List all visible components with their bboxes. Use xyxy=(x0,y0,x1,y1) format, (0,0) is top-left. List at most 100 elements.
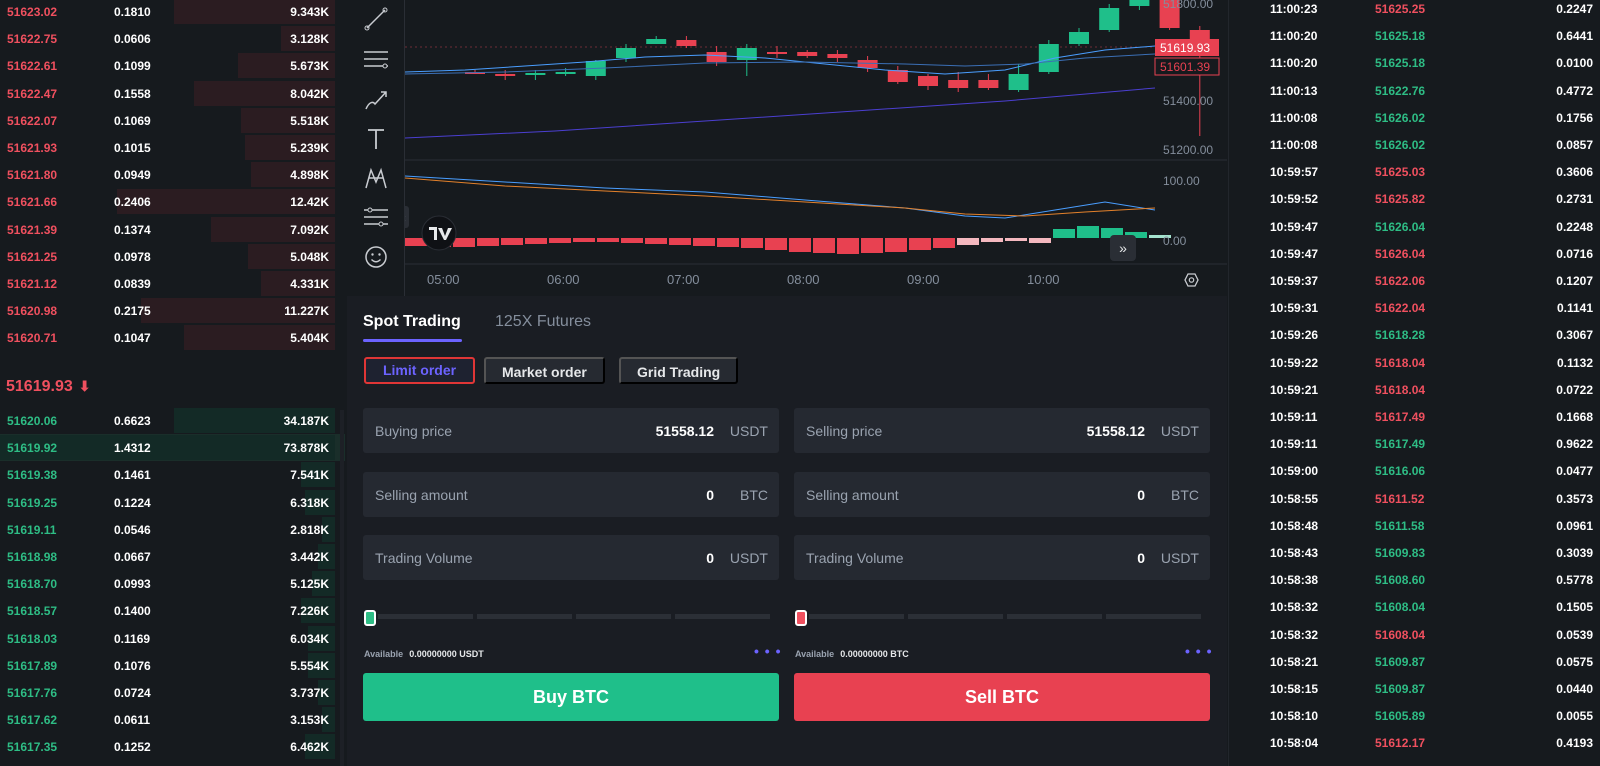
brush-icon[interactable] xyxy=(361,84,391,114)
trade-time: 10:58:48 xyxy=(1270,518,1319,533)
bid-row[interactable]: 51619.25 0.1224 6.318K xyxy=(0,489,345,516)
svg-text:»: » xyxy=(1119,240,1127,256)
ask-row[interactable]: 51622.07 0.1069 5.518K xyxy=(0,107,345,134)
buy-volume-input[interactable]: 0 xyxy=(706,550,714,566)
buy-available: Available 0.00000000 USDT xyxy=(364,649,484,659)
field-label: Selling price xyxy=(806,423,883,439)
ask-row[interactable]: 51621.93 0.1015 5.239K xyxy=(0,134,345,161)
row-amount: 0.2406 xyxy=(114,195,151,210)
row-amount: 0.1252 xyxy=(114,740,151,755)
bid-row[interactable]: 51620.06 0.6623 34.187K xyxy=(0,407,345,434)
buy-volume-field[interactable]: Trading Volume 0 USDT xyxy=(363,535,779,580)
ask-row[interactable]: 51621.80 0.0949 4.898K xyxy=(0,161,345,188)
chart-settings-gear-icon[interactable] xyxy=(1184,273,1199,287)
bid-row[interactable]: 51617.35 0.1252 6.462K xyxy=(0,733,345,760)
bid-row[interactable]: 51619.11 0.0546 2.818K xyxy=(0,516,345,543)
sell-price-input[interactable]: 51558.12 xyxy=(1087,423,1145,439)
buy-btc-button[interactable]: Buy BTC xyxy=(363,673,779,721)
trade-history-row: 10:59:11 51617.49 0.9622 xyxy=(1229,430,1600,457)
buy-amount-input[interactable]: 0 xyxy=(706,487,714,503)
row-price: 51622.75 xyxy=(7,32,58,47)
histogram-bar xyxy=(669,238,691,245)
trade-price: 51625.18 xyxy=(1375,56,1426,71)
trade-history-row: 10:59:00 51616.06 0.0477 xyxy=(1229,457,1600,484)
ask-row[interactable]: 51621.25 0.0978 5.048K xyxy=(0,243,345,270)
tab-futures[interactable]: 125X Futures xyxy=(495,313,591,331)
slider-handle[interactable] xyxy=(364,610,376,626)
sell-volume-input[interactable]: 0 xyxy=(1137,550,1145,566)
trade-time: 10:59:21 xyxy=(1270,382,1319,397)
text-icon[interactable] xyxy=(361,124,391,154)
bid-row[interactable]: 51617.89 0.1076 5.554K xyxy=(0,652,345,679)
scroll-to-realtime-button[interactable]: » xyxy=(1110,235,1136,261)
trade-price: 51609.83 xyxy=(1375,546,1426,560)
trade-amount: 0.1207 xyxy=(1556,274,1593,288)
bid-row[interactable]: 51617.76 0.0724 3.737K xyxy=(0,679,345,706)
tab-spot-trading[interactable]: Spot Trading xyxy=(363,313,461,331)
histogram-bar xyxy=(741,238,763,248)
trade-amount: 0.1668 xyxy=(1556,410,1593,424)
ask-row[interactable]: 51622.75 0.0606 3.128K xyxy=(0,25,345,52)
chart-area[interactable]: ‹ » 51800.00 51400.00 51200.00 100.00 0.… xyxy=(347,0,1227,296)
bid-row[interactable]: 51619.92 1.4312 73.878K xyxy=(0,434,345,462)
sell-btc-button[interactable]: Sell BTC xyxy=(794,673,1210,721)
time-axis-label: 05:00 xyxy=(427,272,460,287)
slider-handle[interactable] xyxy=(795,610,807,626)
row-amount: 0.2175 xyxy=(114,304,151,319)
ask-row[interactable]: 51621.12 0.0839 4.331K xyxy=(0,270,345,297)
row-amount: 0.0606 xyxy=(114,32,151,47)
grid-trading-button[interactable]: Grid Trading xyxy=(619,357,739,384)
order-book-scrollbar[interactable] xyxy=(340,410,344,766)
bid-row[interactable]: 51618.70 0.0993 5.125K xyxy=(0,570,345,597)
sell-amount-input[interactable]: 0 xyxy=(1137,487,1145,503)
row-amount: 0.0839 xyxy=(114,277,151,291)
fib-icon[interactable] xyxy=(361,202,391,232)
buy-amount-field[interactable]: Selling amount 0 BTC xyxy=(363,472,779,517)
bid-row[interactable]: 51618.98 0.0667 3.442K xyxy=(0,543,345,570)
histogram-bar xyxy=(645,238,667,244)
sell-price-field[interactable]: Selling price 51558.12 USDT xyxy=(794,408,1210,453)
row-amount: 0.1076 xyxy=(114,658,151,673)
trade-history-row: 10:59:21 51618.04 0.0722 xyxy=(1229,376,1600,403)
buy-price-field[interactable]: Buying price 51558.12 USDT xyxy=(363,408,779,453)
market-order-button[interactable]: Market order xyxy=(484,357,605,384)
limit-order-button[interactable]: Limit order xyxy=(364,357,475,384)
trade-history-row: 10:59:52 51625.82 0.2731 xyxy=(1229,185,1600,212)
histogram-bar xyxy=(981,238,1003,242)
trend-line-icon[interactable] xyxy=(361,4,391,34)
sell-percent-slider[interactable] xyxy=(795,610,1205,626)
buy-price-input[interactable]: 51558.12 xyxy=(656,423,714,439)
row-price: 51621.25 xyxy=(7,249,58,264)
more-options-icon[interactable]: • • • xyxy=(1185,643,1212,659)
trade-time: 10:58:21 xyxy=(1270,654,1319,669)
bid-row[interactable]: 51617.62 0.0611 3.153K xyxy=(0,706,345,733)
slider-segment xyxy=(1106,614,1201,619)
sell-amount-field[interactable]: Selling amount 0 BTC xyxy=(794,472,1210,517)
collapse-toolbar-icon[interactable]: ‹ xyxy=(405,206,409,228)
tradingview-logo-icon[interactable] xyxy=(421,215,457,251)
more-options-icon[interactable]: • • • xyxy=(754,643,781,659)
bid-row[interactable]: 51619.38 0.1461 7.541K xyxy=(0,461,345,488)
buy-percent-slider[interactable] xyxy=(364,610,774,626)
sell-volume-field[interactable]: Trading Volume 0 USDT xyxy=(794,535,1210,580)
trade-amount: 0.9622 xyxy=(1556,437,1593,452)
ask-row[interactable]: 51620.71 0.1047 5.404K xyxy=(0,324,345,351)
available-label: Available xyxy=(795,649,835,659)
slider-segment xyxy=(1007,614,1102,619)
bid-row[interactable]: 51618.57 0.1400 7.226K xyxy=(0,597,345,624)
ask-row[interactable]: 51622.47 0.1558 8.042K xyxy=(0,80,345,107)
ask-row[interactable]: 51621.66 0.2406 12.42K xyxy=(0,188,345,215)
emoji-icon[interactable] xyxy=(361,242,391,272)
histogram-bar xyxy=(573,238,595,242)
ask-row[interactable]: 51620.98 0.2175 11.227K xyxy=(0,297,345,324)
pattern-icon[interactable] xyxy=(361,164,391,194)
horizontal-lines-icon[interactable] xyxy=(361,44,391,74)
field-unit: USDT xyxy=(729,423,768,439)
candle-body xyxy=(525,73,546,75)
bid-row[interactable]: 51618.03 0.1169 6.034K xyxy=(0,625,345,652)
ask-row[interactable]: 51621.39 0.1374 7.092K xyxy=(0,216,345,243)
ask-row[interactable]: 51623.02 0.1810 9.343K xyxy=(0,0,345,25)
ask-row[interactable]: 51622.61 0.1099 5.673K xyxy=(0,52,345,79)
price-chart[interactable]: ‹ » 51800.00 51400.00 51200.00 100.00 0.… xyxy=(405,0,1227,296)
histogram-bar xyxy=(1077,226,1099,238)
